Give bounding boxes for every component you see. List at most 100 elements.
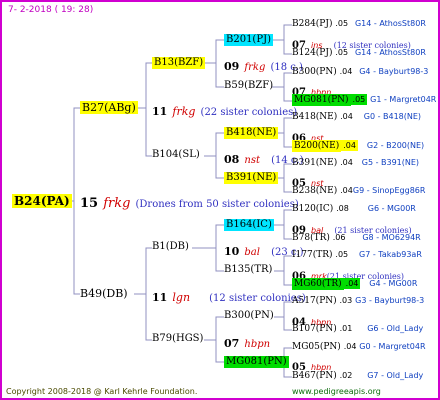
root-gen: 15 [80, 196, 99, 211]
leaf-16-num: .02 [339, 371, 353, 380]
leaf-6-name: B200(NE) [292, 140, 342, 152]
leaf-10: B78(TR) .06 G8 - MO6294R [292, 234, 421, 243]
node-bottom-a: B1(DB) [152, 241, 189, 252]
leaf-8-name: B238(NE) [292, 186, 338, 196]
leaf-5-num: .04 [340, 112, 353, 121]
top-b-gen: 08 [224, 153, 240, 166]
leaf-15: MG05(PN) .04 G0 - Margret04R [292, 343, 426, 352]
node-top: B27(ABg) [80, 101, 138, 114]
leaf-5: B418(NE) .04 G0 - B418(NE) [292, 113, 421, 122]
top-note: (22 sister colonies) [200, 107, 298, 118]
leaf-13-loc: G3 - Bayburt98-3 [355, 296, 425, 305]
leaf-8-loc: G9 - SinopEgg86R [352, 186, 426, 195]
node-g3-8: MG081(PN) [224, 356, 289, 368]
leaf-3-num: .04 [339, 67, 353, 76]
leaf-11-loc: G7 - Takab93aR [359, 250, 422, 259]
leaf-12-num: .04 [343, 278, 361, 289]
node-g3-5: B164(IC) [224, 219, 274, 231]
node-g3-6: B135(TR) [224, 264, 273, 275]
node-bottom-b: B79(HGS) [152, 333, 204, 344]
leaf-3: B300(PN) .04 G4 - Bayburt98-3 [292, 68, 428, 77]
leaf-2-name: B124(PJ) [292, 48, 333, 58]
leaf-5-loc: G0 - B418(NE) [363, 112, 422, 121]
leaf-13-num: .03 [339, 296, 353, 305]
top-gen: 11 [152, 105, 168, 118]
bottom-nick: lgn [172, 291, 191, 304]
leaf-8-num: .04 [340, 186, 353, 195]
leaf-6-num: .04 [341, 140, 358, 151]
leaf-2-num: .05 [335, 48, 349, 57]
bottom-info: 11 lgn (12 sister colonies) [152, 288, 306, 304]
leaf-7-num: .04 [340, 158, 353, 167]
leaf-10-name: B78(TR) [292, 233, 330, 243]
leaf-14: B107(PN) .01 G6 - Old_Lady [292, 325, 423, 334]
leaf-4-num: .05 [350, 94, 368, 105]
leaf-5-name: B418(NE) [292, 112, 338, 122]
node-top-b: B104(SL) [152, 149, 200, 160]
leaf-16-name: B467(PN) [292, 371, 337, 381]
leaf-7: B391(NE) .04 G5 - B391(NE) [292, 159, 419, 168]
leaf-11: I177(TR) .05 G7 - Takab93aR [292, 251, 422, 260]
leaf-2-loc: G14 - AthosSt80R [354, 48, 426, 57]
leaf-6: B200(NE) .04 G2 - B200(NE) [292, 140, 425, 152]
root-info: 15 frkg (Drones from 50 sister colonies) [80, 194, 299, 210]
leaf-16: B467(PN) .02 G7 - Old_Lady [292, 372, 423, 381]
leaf-1-name: B284(PJ) [292, 19, 333, 29]
root-note: (Drones from 50 sister colonies) [135, 199, 299, 210]
bottom-a-gen: 10 [224, 245, 240, 258]
website-link[interactable]: www.pedigreeapis.org [292, 388, 381, 396]
leaf-9: B120(IC) .08 G6 - MG00R [292, 205, 416, 214]
leaf-10-num: .06 [332, 233, 346, 242]
root-nick: frkg [103, 196, 131, 211]
leaf-4: MG081(PN) .05 G1 - Margret04R [292, 94, 437, 106]
node-bottom: B49(DB) [80, 287, 128, 300]
leaf-9-name: B120(IC) [292, 204, 334, 214]
leaf-12-loc: G4 - MG00R [369, 279, 418, 288]
leaf-1: B284(PJ) .05 G14 - AthosSt80R [292, 20, 426, 29]
top-info: 11 frkg (22 sister colonies) [152, 102, 297, 118]
leaf-8: B238(NE) .04G9 - SinopEgg86R [292, 187, 425, 196]
top-a-gen: 09 [224, 60, 240, 73]
root-node: B24(PA) [12, 194, 72, 208]
node-g3-2: B59(BZF) [224, 80, 274, 91]
leaf-14-num: .01 [339, 324, 353, 333]
leaf-11-num: .05 [335, 250, 349, 259]
leaf-12-name: MG60(TR) [292, 278, 344, 290]
leaf-6-loc: G2 - B200(NE) [366, 141, 425, 150]
leaf-4-loc: G1 - Margret04R [370, 95, 437, 104]
top-a-nick: frkg [244, 62, 266, 73]
leaf-4-name: MG081(PN) [292, 94, 351, 106]
leaf-7-loc: G5 - B391(NE) [361, 158, 420, 167]
node-g3-7: B300(PN) [224, 310, 274, 321]
leaf-15-num: .04 [343, 342, 357, 351]
bottom-b-nick: hbpn [244, 339, 271, 350]
top-b-nick: nst [244, 155, 260, 166]
leaf-13-name: A517(PN) [292, 296, 337, 306]
copyright-footer: Copyright 2008-2018 @ Karl Kehrle Founda… [6, 387, 198, 396]
leaf-16-loc: G7 - Old_Lady [367, 371, 424, 380]
node-g3-4: B391(NE) [224, 172, 279, 184]
leaf-14-name: B107(PN) [292, 324, 337, 334]
leaf-9-num: .08 [336, 204, 349, 213]
leaf-2: B124(PJ) .05 G14 - AthosSt80R [292, 49, 426, 58]
leaf-10-loc: G8 - MO6294R [362, 233, 421, 242]
pedigree-frame: 7- 2-2018 ( 19: 28) B24(PA) 15 frkg (Dro… [0, 0, 440, 400]
leaf-7-name: B391(NE) [292, 158, 338, 168]
leaf-15-loc: G0 - Margret04R [359, 342, 426, 351]
node-top-a: B13(BZF) [152, 57, 206, 69]
node-g3-1: B201(PJ) [224, 34, 273, 46]
leaf-13: A517(PN) .03 G3 - Bayburt98-3 [292, 297, 424, 306]
top-nick: frkg [172, 105, 196, 118]
timestamp-header: 7- 2-2018 ( 19: 28) [8, 5, 94, 15]
bottom-b-gen: 07 [224, 337, 240, 350]
leaf-1-num: .05 [335, 19, 349, 28]
leaf-14-loc: G6 - Old_Lady [367, 324, 424, 333]
leaf-12: MG60(TR) .04 G4 - MG00R [292, 278, 418, 290]
bottom-a-nick: bal [244, 247, 260, 258]
leaf-15-name: MG05(PN) [292, 342, 341, 352]
node-g3-3: B418(NE) [224, 127, 279, 139]
bottom-b-info: 07 hbpn [224, 334, 270, 350]
bottom-gen: 11 [152, 291, 168, 304]
leaf-9-loc: G6 - MG00R [367, 204, 416, 213]
leaf-3-loc: G4 - Bayburt98-3 [359, 67, 429, 76]
